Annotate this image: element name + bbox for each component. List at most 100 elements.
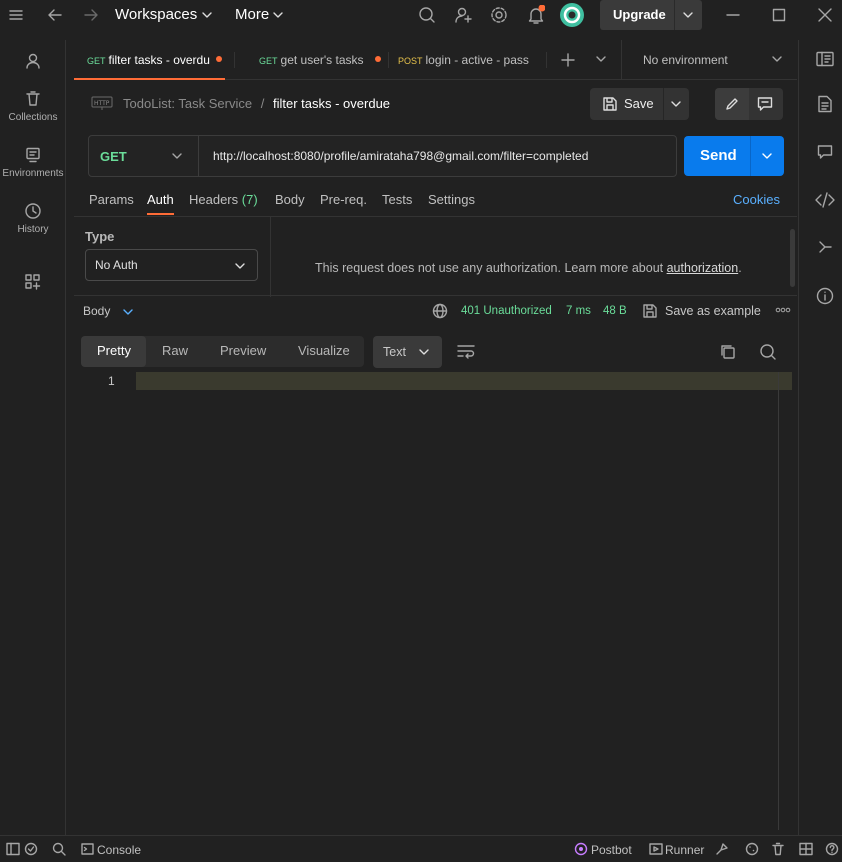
- wrap-lines-icon[interactable]: [456, 343, 476, 359]
- maximize-icon[interactable]: [772, 8, 786, 22]
- response-body-menu[interactable]: Body: [83, 304, 110, 318]
- invite-user-icon[interactable]: [454, 6, 472, 24]
- request-tabs-bar: GET filter tasks - overdu GET get user's t…: [74, 40, 797, 80]
- gear-icon[interactable]: [490, 6, 508, 24]
- search-icon[interactable]: [418, 6, 436, 24]
- tab-headers-label: Headers: [189, 192, 239, 207]
- chevron-down-icon[interactable]: [771, 54, 783, 64]
- menu-icon[interactable]: [8, 8, 24, 22]
- status-badge[interactable]: 401 Unauthorized: [461, 305, 552, 317]
- chevron-down-icon: [171, 151, 183, 161]
- info-icon[interactable]: [816, 287, 834, 305]
- postbot-button[interactable]: Postbot: [591, 843, 632, 857]
- more-menu[interactable]: More: [235, 6, 269, 23]
- response-time[interactable]: 7 ms: [566, 305, 591, 317]
- find-icon[interactable]: [52, 842, 66, 856]
- method-badge: POST: [398, 56, 423, 66]
- plus-icon[interactable]: [560, 52, 576, 68]
- workspaces-menu[interactable]: Workspaces: [115, 6, 197, 23]
- capture-icon[interactable]: [715, 842, 729, 856]
- upgrade-button[interactable]: Upgrade: [600, 0, 702, 30]
- auth-type-value: No Auth: [95, 258, 138, 272]
- method-select[interactable]: GET: [89, 136, 199, 176]
- edit-button[interactable]: [715, 88, 749, 120]
- tab-visualize[interactable]: Visualize: [298, 343, 350, 358]
- tab-params[interactable]: Params: [89, 192, 134, 207]
- search-icon[interactable]: [759, 343, 777, 361]
- chevron-down-icon[interactable]: [682, 10, 694, 20]
- chevron-down-icon[interactable]: [595, 54, 607, 64]
- tab-tests[interactable]: Tests: [382, 192, 412, 207]
- send-button[interactable]: Send: [684, 136, 784, 176]
- forward-arrow-icon[interactable]: [82, 7, 100, 23]
- divider: [546, 52, 547, 68]
- sidebar-toggle-icon[interactable]: [6, 842, 20, 856]
- url-input[interactable]: http://localhost:8080/profile/amirataha7…: [213, 149, 588, 163]
- format-select[interactable]: Text: [373, 336, 442, 368]
- user-icon[interactable]: [24, 52, 42, 70]
- documentation-icon[interactable]: [817, 95, 833, 113]
- title-bar: Workspaces More Upgrade: [0, 0, 842, 30]
- tab-settings[interactable]: Settings: [428, 192, 475, 207]
- tab-login[interactable]: POST login - active - pass: [398, 40, 531, 80]
- breadcrumb-collection[interactable]: TodoList: Task Service: [123, 96, 252, 111]
- help-icon[interactable]: [825, 842, 839, 856]
- add-apps-icon[interactable]: [24, 273, 42, 291]
- online-status-icon[interactable]: [24, 842, 38, 856]
- tab-body[interactable]: Body: [275, 192, 305, 207]
- tab-raw[interactable]: Raw: [162, 343, 188, 358]
- environments-icon: [26, 147, 40, 163]
- breadcrumb: TodoList: Task Service / filter tasks - …: [123, 96, 390, 111]
- auth-type-select[interactable]: No Auth: [85, 249, 258, 281]
- scrollbar[interactable]: [790, 229, 795, 287]
- close-icon[interactable]: [818, 8, 832, 22]
- layout-icon[interactable]: [799, 842, 813, 856]
- page-title: filter tasks - overdue: [272, 96, 391, 111]
- tab-headers[interactable]: Headers (7): [189, 192, 258, 207]
- auth-message-period: .: [738, 261, 742, 275]
- authorization-link[interactable]: authorization: [667, 261, 739, 275]
- sidebar-item-collections[interactable]: Collections: [0, 90, 66, 123]
- sidebar-item-environments[interactable]: Environments: [0, 146, 66, 179]
- breadcrumb-separator: /: [260, 96, 265, 111]
- back-arrow-icon[interactable]: [46, 7, 64, 23]
- copy-icon[interactable]: [719, 343, 737, 361]
- tab-get-users-tasks[interactable]: GET get user's tasks: [259, 40, 379, 80]
- environment-select[interactable]: No environment: [643, 53, 728, 67]
- code-icon[interactable]: [815, 192, 835, 208]
- divider: [621, 40, 622, 80]
- response-size[interactable]: 48 B: [603, 305, 627, 317]
- more-options-icon[interactable]: [775, 305, 791, 315]
- console-button[interactable]: Console: [97, 843, 141, 857]
- globe-icon[interactable]: [432, 303, 448, 319]
- save-example-icon: [642, 303, 658, 319]
- comments-icon[interactable]: [817, 144, 833, 160]
- save-label: Save: [624, 96, 654, 111]
- chevron-down-icon[interactable]: [122, 307, 134, 317]
- chevron-down-icon[interactable]: [670, 99, 682, 109]
- related-collections-icon[interactable]: [817, 239, 833, 255]
- tab-filter-tasks[interactable]: GET filter tasks - overdu: [74, 40, 225, 80]
- divider: [388, 52, 389, 68]
- cookies-icon[interactable]: [745, 842, 759, 856]
- cookies-link[interactable]: Cookies: [733, 192, 780, 207]
- tab-preview[interactable]: Preview: [220, 343, 266, 358]
- trash-icon[interactable]: [771, 842, 785, 856]
- environment-quicklook-icon[interactable]: [816, 51, 834, 67]
- response-editor-line[interactable]: [136, 372, 792, 390]
- editor-scrollbar[interactable]: [778, 372, 779, 830]
- avatar[interactable]: [560, 3, 584, 27]
- comment-icon[interactable]: [757, 96, 773, 112]
- tab-auth[interactable]: Auth: [147, 192, 174, 215]
- bell-icon[interactable]: [527, 5, 545, 25]
- tab-prereq[interactable]: Pre-req.: [320, 192, 367, 207]
- chevron-down-icon[interactable]: [761, 151, 773, 161]
- sidebar-item-history[interactable]: History: [0, 202, 66, 235]
- divider: [234, 52, 235, 68]
- tab-pretty[interactable]: Pretty: [81, 336, 146, 367]
- runner-button[interactable]: Runner: [665, 843, 704, 857]
- method-badge: GET: [259, 56, 278, 66]
- minimize-icon[interactable]: [726, 8, 740, 22]
- save-as-example-button[interactable]: Save as example: [665, 304, 761, 318]
- save-button[interactable]: Save: [590, 88, 689, 120]
